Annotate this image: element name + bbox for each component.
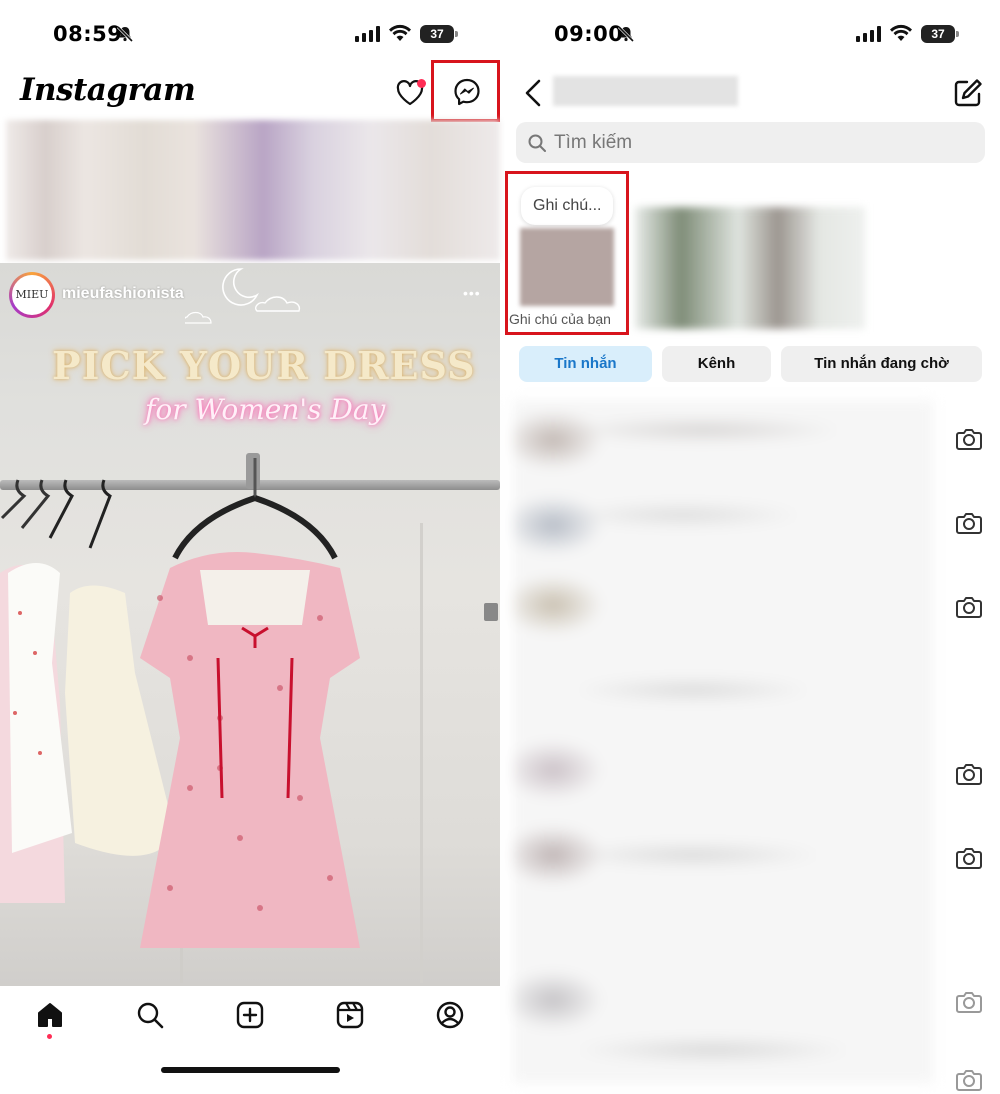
feed-post-image[interactable]: MIEU mieufashionista ••• PICK YOUR DRESS…	[0, 263, 500, 986]
camera-icon[interactable]	[955, 760, 983, 788]
search-placeholder: Tìm kiếm	[554, 132, 633, 153]
your-note-avatar[interactable]	[520, 228, 614, 306]
camera-icon[interactable]	[955, 844, 983, 872]
back-arrow-icon[interactable]	[524, 79, 542, 107]
notification-dot	[417, 79, 426, 88]
wall-line	[420, 523, 423, 983]
mute-bell-icon	[617, 25, 635, 43]
camera-icon[interactable]	[955, 988, 983, 1016]
post-title: PICK YOUR DRESS	[52, 343, 476, 388]
home-icon[interactable]	[36, 1001, 64, 1029]
battery-indicator: 37	[921, 25, 959, 43]
post-more-icon[interactable]: •••	[463, 285, 481, 301]
left-screen: 08:59 37 Instagram MIEU mieufashionista …	[0, 0, 505, 1083]
wifi-icon	[890, 24, 912, 41]
wall-hook	[484, 603, 498, 621]
stories-tray[interactable]	[6, 120, 500, 260]
camera-icon[interactable]	[955, 425, 983, 453]
camera-icon[interactable]	[955, 1066, 983, 1094]
signal-icon	[856, 26, 881, 42]
mute-bell-icon	[116, 25, 134, 43]
thread-list-blurred[interactable]	[513, 400, 933, 1083]
tab-messages[interactable]: Tin nhắn	[519, 346, 652, 382]
friend-note-avatars[interactable]	[635, 207, 865, 329]
compose-icon[interactable]	[953, 78, 983, 108]
messenger-icon[interactable]	[453, 78, 481, 106]
floral-dress	[140, 458, 360, 948]
avatar-text: MIEU	[12, 275, 52, 315]
camera-icon[interactable]	[955, 593, 983, 621]
signal-icon	[355, 26, 380, 42]
instagram-logo[interactable]: Instagram	[20, 72, 196, 108]
home-active-dot	[47, 1034, 52, 1039]
tab-channels[interactable]: Kênh	[662, 346, 771, 382]
moon-decoration-icon	[185, 268, 301, 324]
create-icon[interactable]	[236, 1001, 264, 1029]
wifi-icon	[389, 24, 411, 41]
right-screen: 09:00 37 Tìm kiếm Ghi chú... Ghi chú của…	[505, 0, 1000, 1091]
post-username[interactable]: mieufashionista	[62, 285, 184, 303]
search-icon	[528, 134, 546, 152]
note-bubble-text: Ghi chú...	[533, 197, 602, 214]
reels-icon[interactable]	[336, 1001, 364, 1029]
status-time: 08:59	[53, 22, 123, 46]
your-note-label: Ghi chú của bạn	[509, 311, 611, 327]
screen-divider	[505, 0, 513, 1083]
search-icon[interactable]	[136, 1001, 164, 1029]
post-subtitle: for Women's Day	[145, 393, 386, 426]
post-avatar[interactable]: MIEU	[9, 272, 55, 318]
profile-icon[interactable]	[436, 1001, 464, 1029]
camera-icon[interactable]	[955, 509, 983, 537]
account-name-blurred[interactable]	[553, 76, 738, 106]
home-indicator	[161, 1067, 340, 1073]
tab-requests[interactable]: Tin nhắn đang chờ	[781, 346, 982, 382]
status-time: 09:00	[554, 22, 624, 46]
battery-indicator: 37	[420, 25, 458, 43]
